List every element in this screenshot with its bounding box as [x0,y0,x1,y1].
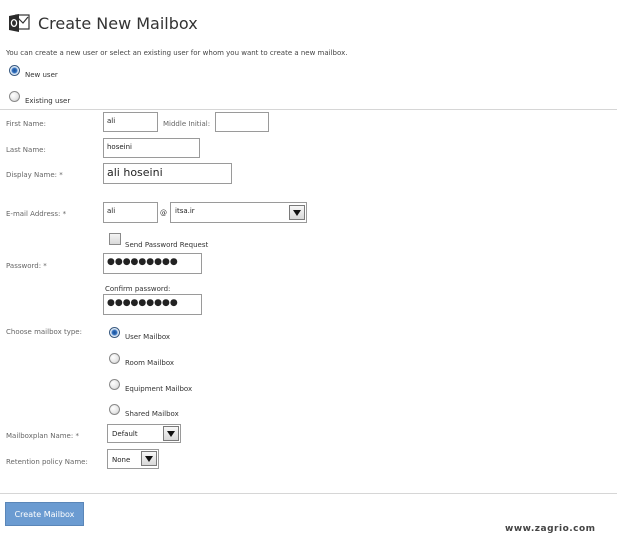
first-name-label: First Name: [6,120,46,128]
display-name-label: Display Name: * [6,171,63,179]
middle-initial-label: Middle Initial: [163,120,211,128]
shared-mailbox-radio[interactable] [109,404,120,415]
mailboxplan-value: Default [112,430,138,438]
user-mailbox-radio[interactable] [109,327,120,338]
shared-mailbox-label: Shared Mailbox [125,410,179,418]
password-label: Password: * [6,262,47,270]
page-title: Create New Mailbox [38,14,198,33]
new-user-radio[interactable] [9,65,20,76]
email-at-sign: @ [160,209,167,217]
last-name-label: Last Name: [6,146,46,154]
divider-bottom [0,493,617,494]
outlook-logo-icon [9,14,30,32]
room-mailbox-label: Room Mailbox [125,359,175,367]
password-input[interactable]: ●●●●●●●●● [103,253,202,274]
retention-policy-label: Retention policy Name: [6,458,88,466]
confirm-password-label: Confirm password: [105,285,171,293]
send-password-label: Send Password Request [125,241,209,249]
confirm-password-input[interactable]: ●●●●●●●●● [103,294,202,315]
email-address-label: E-mail Address: * [6,210,67,218]
send-password-checkbox[interactable] [109,233,121,245]
last-name-input[interactable]: hoseini [103,138,200,158]
user-mailbox-label: User Mailbox [125,333,171,341]
retention-policy-select[interactable]: None [107,449,159,469]
create-mailbox-button[interactable]: Create Mailbox [5,502,84,526]
chevron-down-icon[interactable] [141,451,157,466]
equipment-mailbox-radio[interactable] [109,379,120,390]
equipment-mailbox-label: Equipment Mailbox [125,385,193,393]
mailboxplan-label: Mailboxplan Name: * [6,432,79,440]
email-domain-select[interactable]: itsa.ir [170,202,307,223]
display-name-input[interactable]: ali hoseini [103,163,232,184]
watermark-text: www.zagrio.com [505,524,596,534]
intro-text: You can create a new user or select an e… [6,49,348,57]
mailboxplan-select[interactable]: Default [107,424,181,443]
existing-user-label: Existing user [25,97,71,105]
room-mailbox-radio[interactable] [109,353,120,364]
email-domain-value: itsa.ir [175,207,195,215]
chevron-down-icon[interactable] [289,205,305,220]
first-name-input[interactable]: ali [103,112,158,132]
existing-user-radio[interactable] [9,91,20,102]
divider-top [0,109,617,110]
new-user-label: New user [25,71,58,79]
email-user-input[interactable]: ali [103,202,158,223]
retention-policy-value: None [112,456,131,464]
middle-initial-input[interactable] [215,112,269,132]
mailbox-type-label: Choose mailbox type: [6,328,82,336]
chevron-down-icon[interactable] [163,426,179,441]
